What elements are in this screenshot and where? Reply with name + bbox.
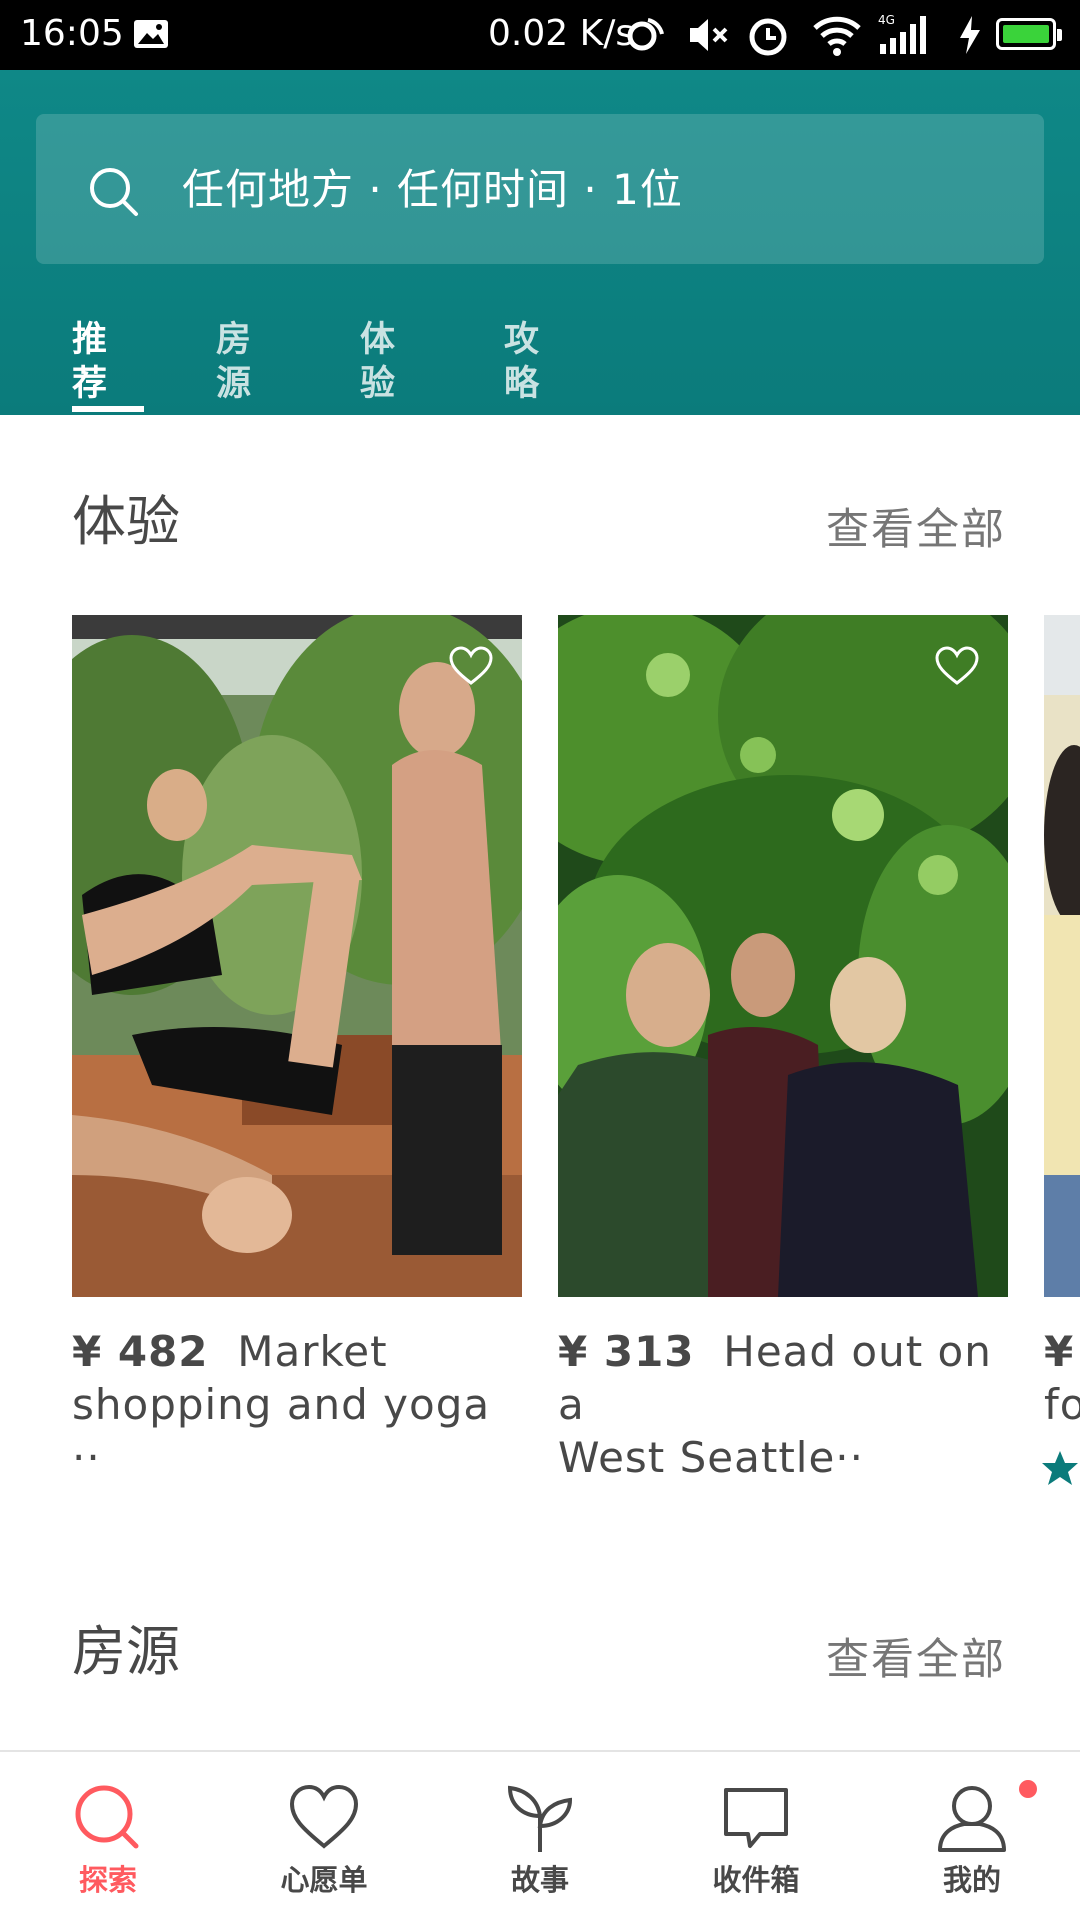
nav-label: 我的	[942, 1863, 1001, 1897]
image-notification-icon	[134, 20, 168, 48]
experience-price: ¥ 313	[558, 1327, 695, 1376]
nav-explore[interactable]: 探索	[0, 1752, 216, 1922]
mute-icon	[690, 19, 728, 51]
wishlist-heart-icon[interactable]	[448, 645, 494, 687]
profile-icon	[938, 1786, 1006, 1852]
search-bar[interactable]: 任何地方 · 任何时间 · 1位	[36, 114, 1044, 264]
nav-profile[interactable]: 我的	[864, 1752, 1080, 1922]
bottom-navigation: 探索 心愿单 故事 收件箱 我的	[0, 1750, 1080, 1922]
experience-title-continued: West Seattle··	[558, 1433, 864, 1482]
nav-stories[interactable]: 故事	[432, 1752, 648, 1922]
experience-card-image-3[interactable]	[1044, 615, 1080, 1297]
experience-title: Market	[237, 1327, 388, 1376]
search-icon	[90, 168, 138, 216]
experiences-section-title: 体验	[72, 490, 180, 553]
experience-price: ¥	[1044, 1327, 1075, 1376]
experience-card-text-2[interactable]: ¥ 313 Head out on a West Seattle··	[558, 1325, 1018, 1484]
network-type: 4G	[878, 13, 895, 27]
forest-photo	[558, 615, 1008, 1297]
active-tab-indicator	[72, 406, 144, 412]
experience-card-text-3[interactable]: ¥ fo	[1044, 1325, 1080, 1431]
explore-header: 任何地方 · 任何时间 · 1位 推荐 房源 体验 攻略	[0, 70, 1080, 415]
rating-star-icon	[1042, 1451, 1078, 1485]
experience-card-text-1[interactable]: ¥ 482 Market shopping and yoga ··	[72, 1325, 532, 1484]
experience-card-image-1[interactable]	[72, 615, 522, 1297]
nav-label: 探索	[78, 1863, 137, 1897]
cellular-signal-icon: 4G	[878, 13, 926, 54]
network-speed: 0.02 K/s	[488, 13, 635, 54]
yoga-photo	[72, 615, 522, 1297]
tab-experiences[interactable]: 体验	[360, 318, 395, 406]
nav-inbox[interactable]: 收件箱	[648, 1752, 864, 1922]
battery-icon	[996, 18, 1062, 50]
nfc-icon	[627, 18, 664, 51]
search-icon	[75, 1785, 139, 1849]
experience-price: ¥ 482	[72, 1327, 209, 1376]
tab-recommended[interactable]: 推荐	[72, 318, 107, 406]
alarm-icon	[749, 18, 787, 56]
nav-wishlist[interactable]: 心愿单	[216, 1752, 432, 1922]
nav-label: 故事	[510, 1863, 569, 1897]
experience-title-continued: fo	[1044, 1380, 1080, 1429]
tab-guides[interactable]: 攻略	[504, 318, 539, 406]
wifi-icon	[813, 16, 861, 56]
experiences-see-all-link[interactable]: 查看全部	[826, 502, 1006, 558]
partial-photo	[1044, 615, 1080, 1297]
tab-homes[interactable]: 房源	[216, 318, 251, 406]
wishlist-heart-icon[interactable]	[934, 645, 980, 687]
nav-label: 收件箱	[712, 1863, 800, 1897]
charging-icon	[960, 16, 980, 54]
nav-label: 心愿单	[280, 1863, 368, 1897]
experience-card-image-2[interactable]	[558, 615, 1008, 1297]
homes-section-title: 房源	[72, 1620, 180, 1683]
status-bar: 16:05 0.02 K/s 4G	[0, 0, 1080, 70]
search-input[interactable]: 任何地方 · 任何时间 · 1位	[182, 162, 683, 218]
sprout-icon	[507, 1785, 573, 1852]
status-time: 16:05	[20, 13, 124, 54]
heart-icon	[289, 1784, 359, 1849]
notification-badge	[1019, 1780, 1037, 1798]
homes-see-all-link[interactable]: 查看全部	[826, 1632, 1006, 1688]
chat-bubble-icon	[724, 1788, 788, 1848]
experience-title-continued: shopping and yoga ··	[72, 1380, 491, 1482]
